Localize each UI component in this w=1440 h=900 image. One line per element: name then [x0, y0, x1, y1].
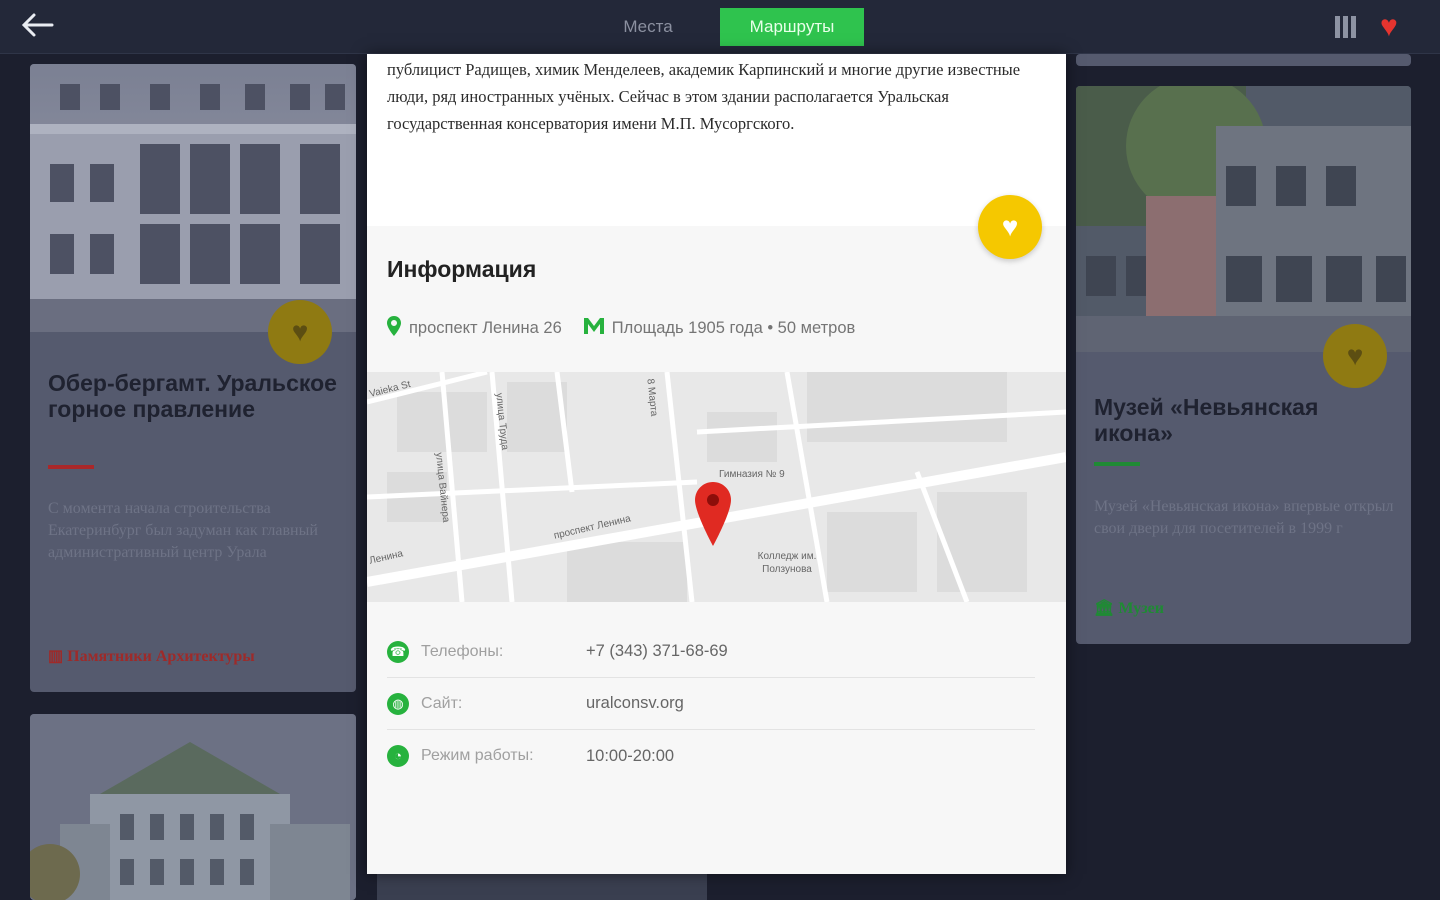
- museum-photo: [1076, 86, 1411, 352]
- add-favorite-button[interactable]: ♥: [978, 195, 1042, 259]
- place-description-text: публицист Радищев, химик Менделеев, акад…: [387, 60, 1021, 133]
- phone-row: ☎ Телефоны: +7 (343) 371-68-69: [387, 626, 1035, 678]
- description-section: публицист Радищев, химик Менделеев, акад…: [367, 54, 1066, 226]
- card-edge-bottom: [377, 874, 707, 900]
- back-button[interactable]: [20, 10, 56, 40]
- card-accent-rule-right: [1094, 462, 1140, 466]
- favorite-button-right[interactable]: ♥: [1323, 324, 1387, 388]
- globe-icon: ◍: [387, 692, 409, 715]
- favorite-button-left[interactable]: ♥: [268, 300, 332, 364]
- tab-routes[interactable]: Маршруты: [720, 8, 864, 46]
- hours-label: Режим работы:: [421, 747, 534, 764]
- favorites-heart-icon[interactable]: ♥: [1380, 12, 1410, 42]
- map-label-college: Колледж им. Ползунова: [757, 551, 817, 575]
- top-bar: Места Маршруты ♥: [0, 0, 1440, 54]
- place-card-right[interactable]: ♥ Музей «Невьянская икона» Музей «Невьян…: [1076, 86, 1411, 644]
- map-label-school: Гимназия № 9: [719, 469, 785, 480]
- card-category-label: Памятники Архитектуры: [67, 648, 255, 665]
- phone-label: Телефоны:: [421, 642, 504, 660]
- phone-icon: ☎: [387, 640, 409, 663]
- card-title-right: Музей «Невьянская икона»: [1094, 394, 1319, 446]
- clock-icon: ◔: [387, 745, 409, 767]
- card-category-right[interactable]: 🏛 Музеи: [1094, 598, 1164, 618]
- tab-places[interactable]: Места: [576, 8, 720, 46]
- mansion-illustration: [30, 714, 356, 900]
- card-title: Обер-бергамт. Уральское горное правление: [48, 370, 337, 422]
- place-card-left-bottom[interactable]: [30, 714, 356, 900]
- building-illustration: [30, 84, 356, 332]
- monument-icon: ▥: [48, 648, 68, 665]
- museum-icon: 🏛: [1094, 600, 1119, 617]
- site-row: ◍ Сайт: uralconsv.org: [387, 678, 1035, 730]
- tab-bar: Места Маршруты: [576, 8, 864, 46]
- place-card-left[interactable]: ♥ Обер-бергамт. Уральское горное правлен…: [30, 64, 356, 692]
- location-pin-icon: [387, 316, 401, 341]
- hours-row: ◔ Режим работы: 10:00-20:00: [387, 730, 1035, 782]
- card-category[interactable]: ▥ Памятники Архитектуры: [48, 646, 255, 666]
- card-description: С момента начала строительства Екатеринб…: [48, 500, 318, 561]
- metro-text: Площадь 1905 года • 50 метров: [611, 319, 856, 337]
- metro-icon: [583, 318, 604, 339]
- building-photo: [30, 64, 356, 332]
- arrow-left-icon: [21, 13, 54, 37]
- phone-value[interactable]: +7 (343) 371-68-69: [586, 642, 728, 661]
- card-description-right: Музей «Невьянская икона» впервые открыл …: [1094, 498, 1394, 537]
- place-detail-panel: публицист Радищев, химик Менделеев, акад…: [367, 54, 1066, 874]
- heart-icon: ♥: [1001, 211, 1019, 242]
- place-card-right-top-edge: [1076, 54, 1411, 66]
- location-map[interactable]: Vaieka St улица Труда улица Вайнера прос…: [367, 372, 1066, 602]
- hours-value: 10:00-20:00: [586, 746, 675, 765]
- address-row: проспект Ленина 26 Площадь 1905 года • 5…: [387, 316, 855, 341]
- card-accent-rule: [48, 465, 94, 469]
- address-text: проспект Ленина 26: [409, 319, 562, 337]
- info-heading: Информация: [387, 256, 537, 282]
- map-pin-icon[interactable]: [695, 482, 731, 551]
- grid-view-icon[interactable]: [1334, 12, 1364, 42]
- museum-illustration: [1076, 86, 1411, 352]
- site-label: Сайт:: [421, 694, 463, 712]
- card-category-label-right: Музеи: [1118, 600, 1164, 617]
- site-link[interactable]: uralconsv.org: [586, 694, 684, 713]
